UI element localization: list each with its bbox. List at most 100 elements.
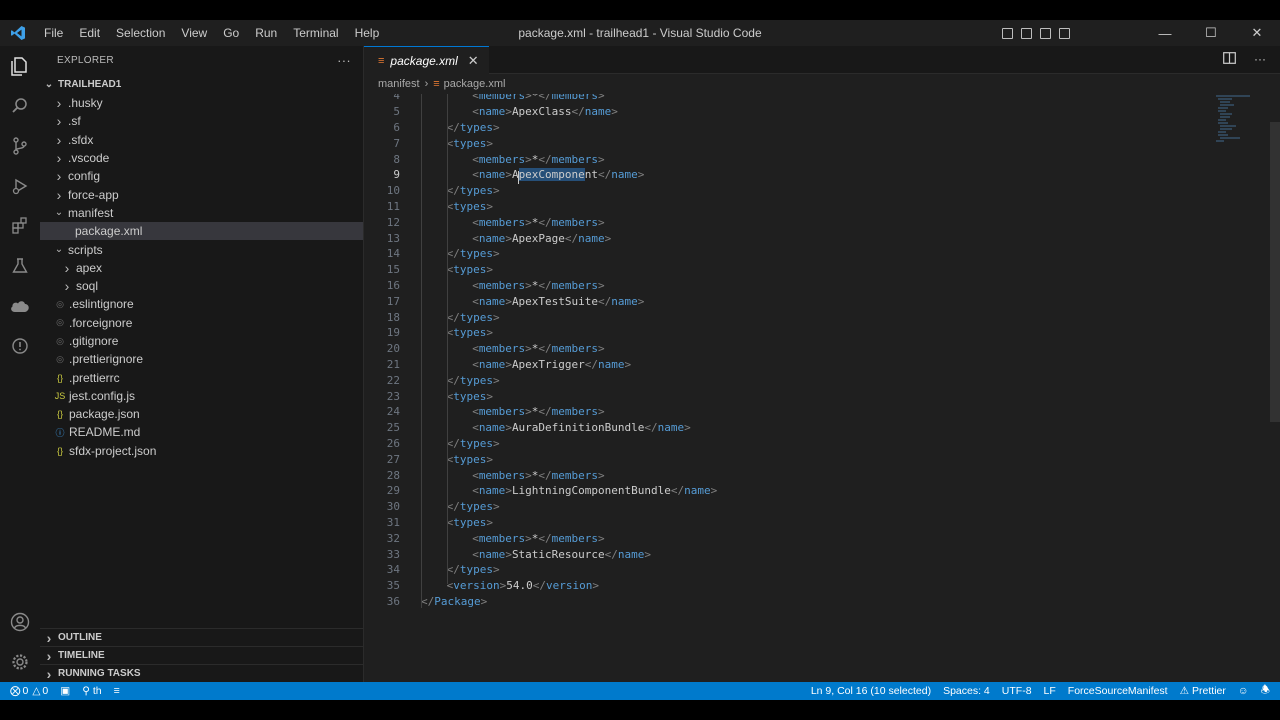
tree-item-manifest[interactable]: ⌄ manifest	[40, 204, 363, 222]
run-debug-icon[interactable]	[0, 166, 40, 206]
tree-item-apex[interactable]: › apex	[40, 259, 363, 277]
tree-item-config[interactable]: › config	[40, 167, 363, 185]
tree-item-soql[interactable]: › soql	[40, 277, 363, 295]
search-icon[interactable]	[0, 86, 40, 126]
settings-gear-icon[interactable]	[0, 642, 40, 682]
workspace-root[interactable]: ⌄ TRAILHEAD1	[40, 74, 363, 94]
tree-item-package-xml[interactable]: package.xml	[40, 222, 363, 241]
close-tab-icon[interactable]: ✕	[468, 53, 479, 69]
menu-go[interactable]: Go	[215, 20, 247, 46]
code-text: <members>*</members>	[472, 278, 605, 292]
tree-item-gitignore[interactable]: ◎ .gitignore	[40, 332, 363, 350]
close-window-button[interactable]: ✕	[1234, 20, 1280, 46]
more-editor-actions-button[interactable]: ···	[1254, 52, 1266, 67]
code-line: 9 <name>ApexComponent</name>	[364, 167, 1194, 183]
terminal-icon[interactable]: ▣	[60, 685, 70, 697]
code-value: AuraDefinitionBundle	[511, 421, 645, 435]
chevron-right-icon: ›	[56, 168, 62, 185]
breadcrumb-file[interactable]: package.xml	[444, 78, 506, 90]
menu-selection[interactable]: Selection	[108, 20, 173, 46]
minimize-button[interactable]: —	[1142, 20, 1188, 46]
code-line: 27 <types>	[364, 451, 1194, 467]
section-outline[interactable]: › OUTLINE	[40, 628, 363, 646]
tree-item-label: .sfdx	[68, 132, 94, 147]
code-editor[interactable]: 4 <members>*</members> 5 <name>ApexClass</n…	[364, 94, 1194, 664]
activity-bar	[0, 46, 40, 682]
code-text: </Package>	[421, 594, 488, 608]
tree-item-label: soql	[76, 279, 99, 294]
menu-edit[interactable]: Edit	[71, 20, 108, 46]
menu-help[interactable]: Help	[347, 20, 388, 46]
tree-item-label: force-app	[68, 187, 119, 202]
testing-icon[interactable]	[0, 246, 40, 286]
notifications-bell-icon[interactable]: 🕭	[1261, 682, 1270, 700]
code-line: 5 <name>ApexClass</name>	[364, 104, 1194, 120]
tree-item-package-json[interactable]: {} package.json	[40, 405, 363, 423]
manifest-status[interactable]: ForceSourceManifest	[1068, 685, 1168, 697]
tree-item-force-app[interactable]: › force-app	[40, 185, 363, 203]
explorer-header: EXPLORER ···	[40, 46, 363, 74]
code-text: <name>ApexTrigger</name>	[472, 357, 632, 371]
code-text: </types>	[446, 184, 500, 198]
tree-item-eslintignore[interactable]: ◎ .eslintignore	[40, 295, 363, 313]
minimap[interactable]	[1210, 94, 1270, 154]
tree-item-sf[interactable]: › .sf	[40, 112, 363, 130]
line-number: 21	[386, 357, 400, 371]
split-editor-icon[interactable]	[1223, 52, 1236, 67]
section-timeline[interactable]: › TIMELINE	[40, 646, 363, 664]
end-of-line[interactable]: LF	[1044, 685, 1056, 697]
maximize-button[interactable]: ☐	[1188, 20, 1234, 46]
explorer-title: EXPLORER	[57, 54, 114, 66]
line-number: 29	[386, 484, 400, 498]
tree-item-forceignore[interactable]: ◎ .forceignore	[40, 314, 363, 332]
encoding[interactable]: UTF-8	[1002, 685, 1032, 697]
tree-item-readme-md[interactable]: ⓘ README.md	[40, 423, 363, 441]
extensions-icon[interactable]	[0, 206, 40, 246]
prettier-status[interactable]: ⚠ Prettier	[1180, 685, 1226, 697]
code-text: <name>ApexTestSuite</name>	[472, 294, 645, 308]
toggle-secondary-sidebar-icon[interactable]	[1040, 27, 1051, 39]
tree-item-sfdx[interactable]: › .sfdx	[40, 131, 363, 149]
code-line: 8 <members>*</members>	[364, 151, 1194, 167]
problems-info-icon[interactable]	[0, 326, 40, 366]
tree-item-prettierrc[interactable]: {} .prettierrc	[40, 368, 363, 386]
tree-item-sfdx-project-json[interactable]: {} sfdx-project.json	[40, 442, 363, 460]
cursor-position[interactable]: Ln 9, Col 16 (10 selected)	[811, 685, 931, 697]
toggle-primary-sidebar-icon[interactable]	[1002, 27, 1013, 39]
salesforce-cloud-icon[interactable]	[0, 286, 40, 326]
section-running-tasks[interactable]: › RUNNING TASKS	[40, 664, 363, 682]
tree-item-husky[interactable]: › .husky	[40, 94, 363, 112]
branch-indicator[interactable]: ⚲ th	[82, 685, 101, 697]
tree-item-jest-config-js[interactable]: JS jest.config.js	[40, 387, 363, 405]
code-line: 34 </types>	[364, 562, 1194, 578]
indentation[interactable]: Spaces: 4	[943, 685, 990, 697]
tree-item-prettierignore[interactable]: ◎ .prettierignore	[40, 350, 363, 368]
code-line: 12 <members>*</members>	[364, 214, 1194, 230]
tree-item-vscode[interactable]: › .vscode	[40, 149, 363, 167]
code-line: 15 <types>	[364, 262, 1194, 278]
line-number: 22	[386, 373, 400, 387]
problems-indicator[interactable]: ⨂ 0 △ 0	[10, 685, 48, 697]
source-control-icon[interactable]	[0, 126, 40, 166]
customize-layout-icon[interactable]	[1059, 27, 1070, 39]
menu-terminal[interactable]: Terminal	[285, 20, 346, 46]
tree-item-scripts[interactable]: ⌄ scripts	[40, 240, 363, 258]
tasks-list-icon[interactable]: ≡	[114, 685, 120, 697]
section-label: OUTLINE	[58, 632, 102, 643]
toggle-panel-icon[interactable]	[1021, 27, 1032, 39]
explorer-icon[interactable]	[0, 46, 40, 86]
menu-file[interactable]: File	[36, 20, 71, 46]
chevron-down-icon: ⌄	[54, 244, 64, 256]
feedback-icon[interactable]: ☺	[1238, 685, 1249, 697]
accounts-icon[interactable]	[0, 602, 40, 642]
ignore-file-icon: ◎	[56, 298, 64, 309]
code-text: </types>	[446, 373, 500, 387]
breadcrumb-folder[interactable]: manifest	[378, 78, 420, 90]
code-line: 32 <members>*</members>	[364, 530, 1194, 546]
menu-view[interactable]: View	[173, 20, 215, 46]
vertical-scrollbar[interactable]	[1270, 122, 1280, 422]
tab-package-xml[interactable]: ≡ package.xml ✕	[364, 46, 489, 74]
menu-run[interactable]: Run	[247, 20, 285, 46]
status-bar: ⨂ 0 △ 0 ▣ ⚲ th ≡ Ln 9, Col 16 (10 selected) …	[0, 682, 1280, 700]
more-actions-button[interactable]: ···	[337, 53, 351, 68]
